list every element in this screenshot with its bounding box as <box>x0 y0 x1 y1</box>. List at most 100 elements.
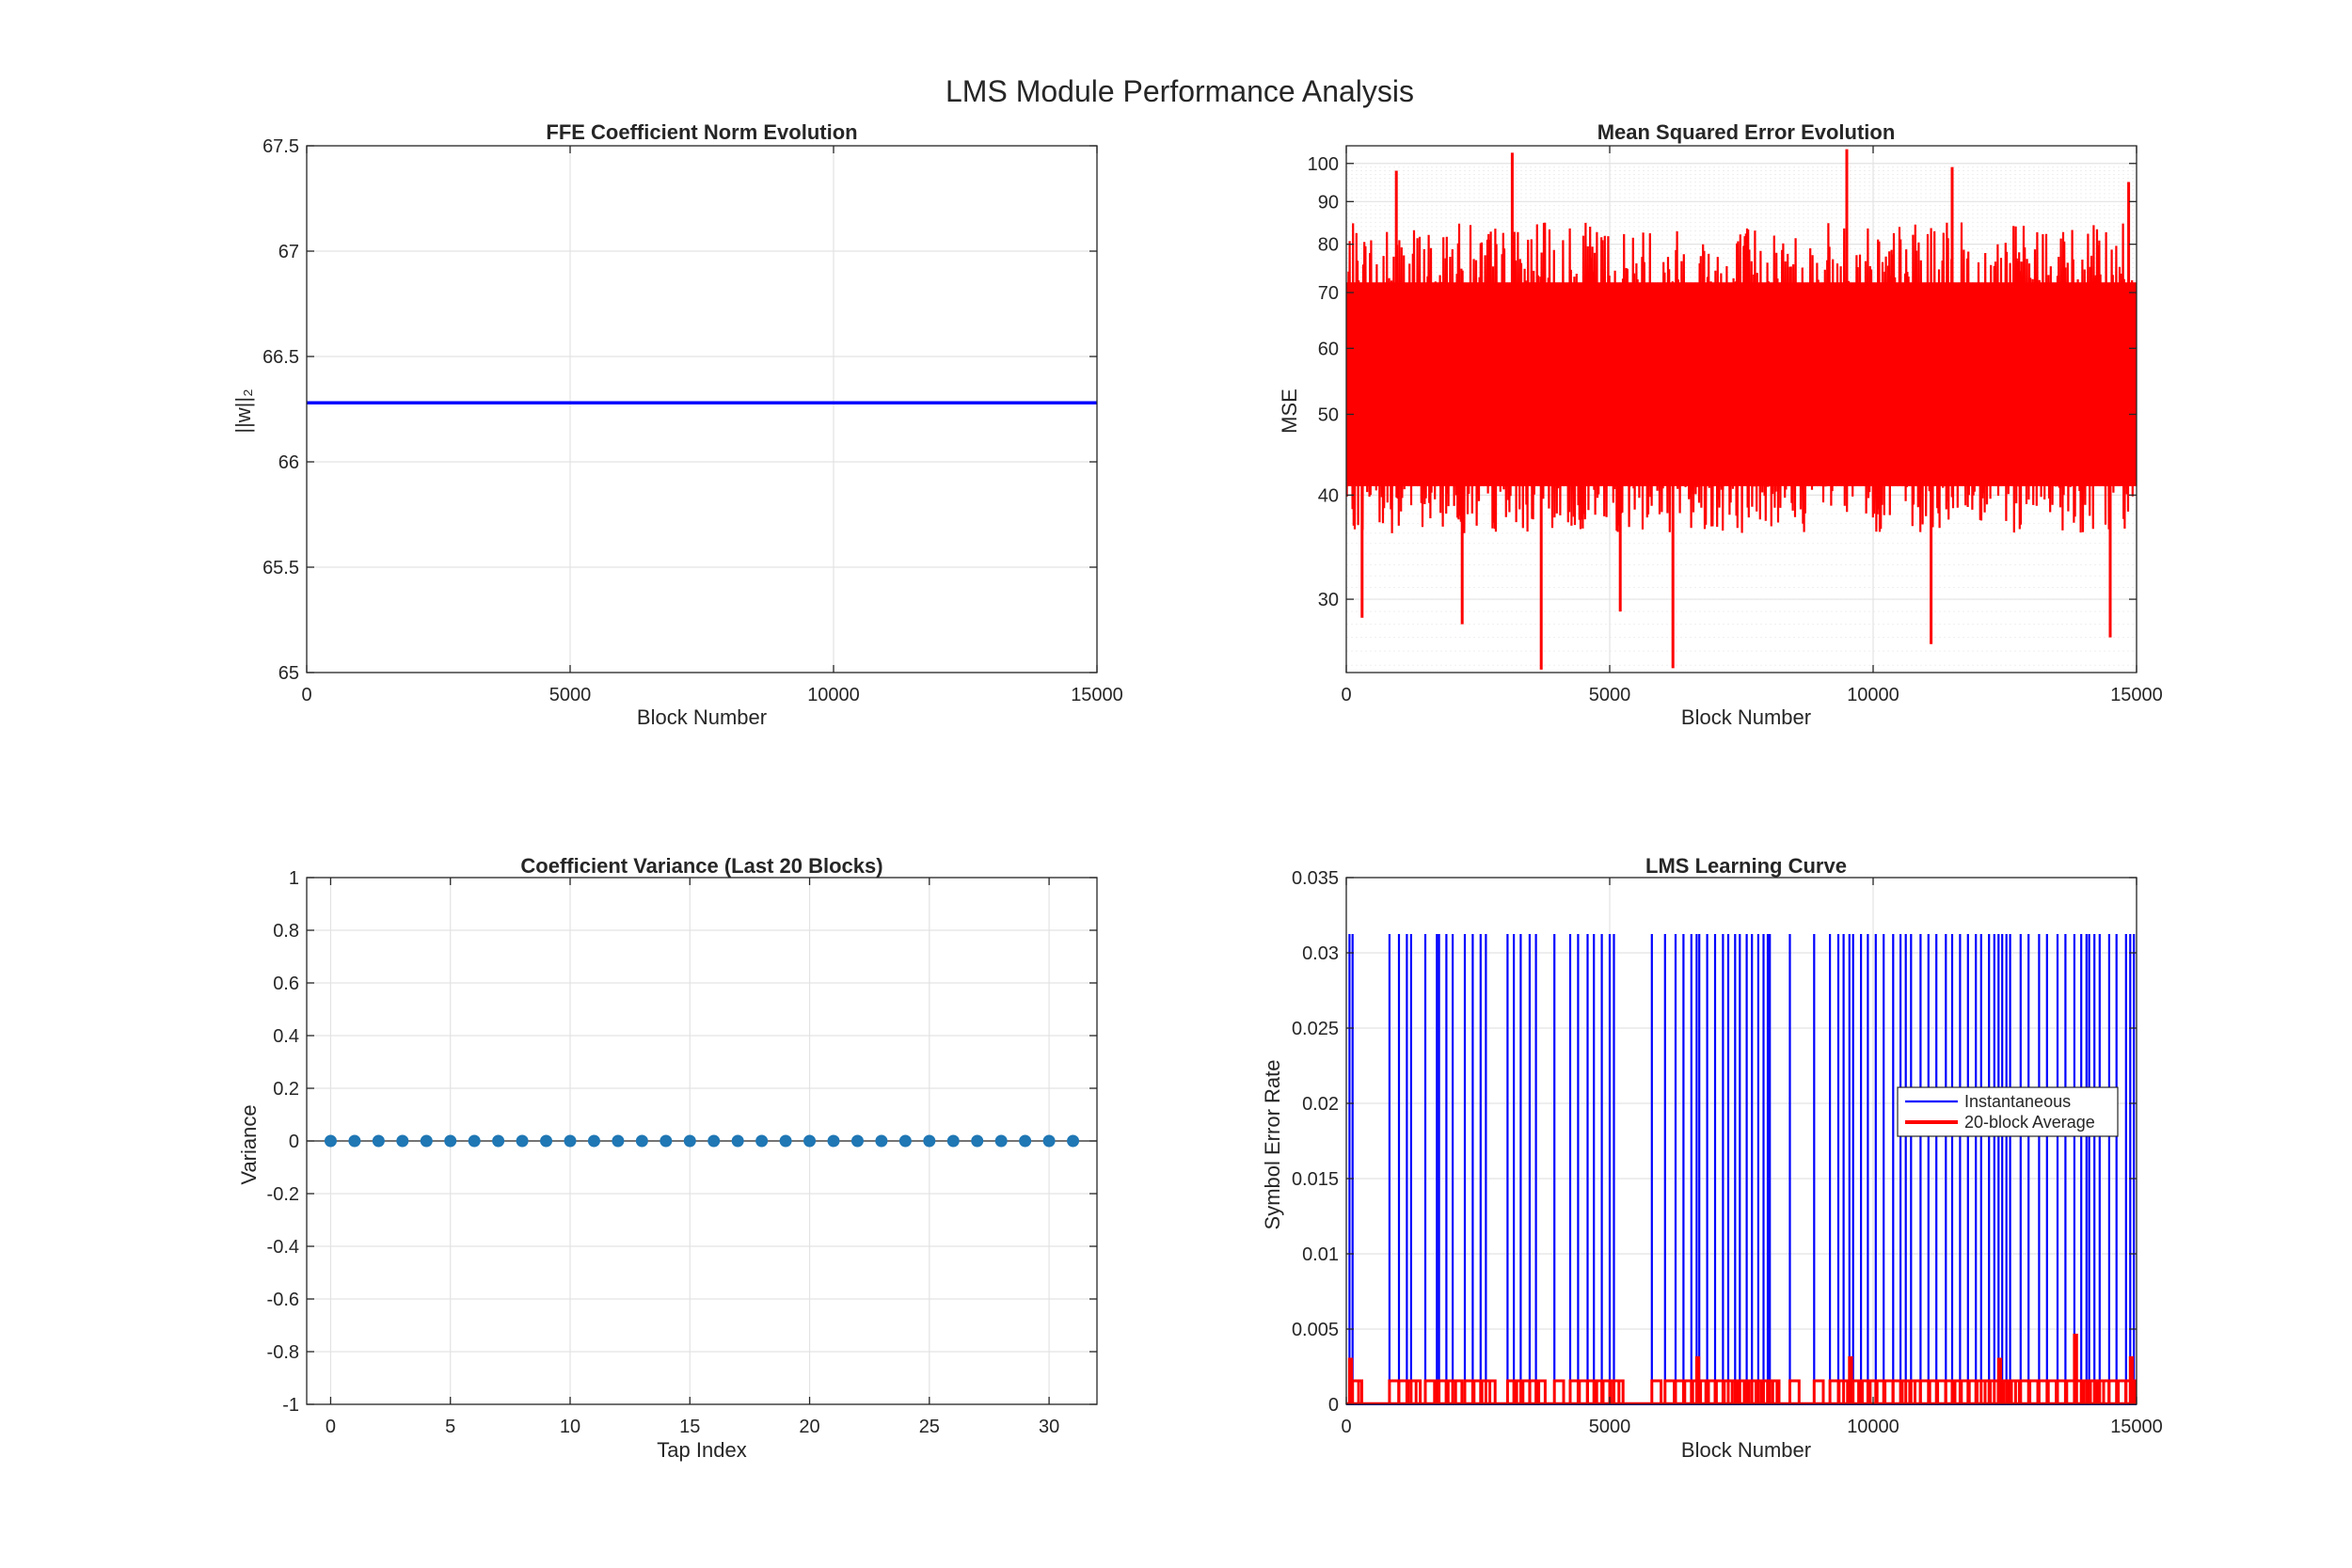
stem-marker <box>372 1134 385 1148</box>
y-tick-label: 0.035 <box>1292 868 1339 889</box>
y-tick-label: 40 <box>1318 485 1339 506</box>
x-tick-label: 0 <box>1341 685 1351 705</box>
x-tick-label: 0 <box>1341 1417 1351 1437</box>
stem-marker <box>683 1134 696 1148</box>
stem-marker <box>516 1134 529 1148</box>
y-tick-label: 60 <box>1318 339 1339 359</box>
y-tick-label: 30 <box>1318 590 1339 610</box>
y-tick-label: 0 <box>289 1132 299 1152</box>
panel-title: Mean Squared Error Evolution <box>1597 120 1896 144</box>
x-tick-label: 15 <box>679 1417 700 1437</box>
stem-marker <box>1019 1134 1032 1148</box>
panel-title: Coefficient Variance (Last 20 Blocks) <box>520 854 882 878</box>
x-axis-label: Block Number <box>1681 705 1811 729</box>
y-tick-label: 100 <box>1308 154 1339 175</box>
stem-marker <box>564 1134 577 1148</box>
stem-marker <box>587 1134 600 1148</box>
y-tick-label: -0.6 <box>267 1290 299 1310</box>
stem-marker <box>850 1134 864 1148</box>
stem-marker <box>468 1134 481 1148</box>
x-tick-label: 25 <box>919 1417 940 1437</box>
y-tick-label: 0.01 <box>1302 1244 1339 1265</box>
y-tick-label: 65 <box>278 663 299 684</box>
y-axis-label: MSE <box>1278 388 1301 434</box>
x-tick-label: 30 <box>1039 1417 1059 1437</box>
legend-entry-instantaneous: Instantaneous <box>1964 1092 2071 1111</box>
x-tick-label: 10000 <box>807 685 860 705</box>
stem-marker <box>827 1134 840 1148</box>
x-tick-label: 20 <box>799 1417 819 1437</box>
stem-marker <box>348 1134 361 1148</box>
stem-marker <box>923 1134 936 1148</box>
stem-marker <box>612 1134 625 1148</box>
y-tick-label: 0.6 <box>273 974 299 994</box>
y-tick-label: 66 <box>278 452 299 473</box>
legend-entry-20-block-average: 20-block Average <box>1964 1113 2095 1132</box>
panel-title: LMS Learning Curve <box>1645 854 1847 878</box>
x-tick-label: 10000 <box>1847 685 1899 705</box>
x-tick-label: 0 <box>326 1417 336 1437</box>
x-tick-label: 5000 <box>549 685 592 705</box>
stem-marker <box>1042 1134 1056 1148</box>
y-tick-label: 0.8 <box>273 921 299 942</box>
x-tick-label: 0 <box>301 685 311 705</box>
y-tick-label: 0.2 <box>273 1079 299 1100</box>
x-tick-label: 5 <box>445 1417 455 1437</box>
stem-marker <box>779 1134 792 1148</box>
y-tick-label: 0.02 <box>1302 1094 1339 1115</box>
y-tick-label: 0.03 <box>1302 943 1339 964</box>
stem-marker <box>1067 1134 1080 1148</box>
x-tick-label: 15000 <box>1071 685 1123 705</box>
legend: Instantaneous 20-block Average <box>1897 1086 2119 1137</box>
y-tick-label: 67 <box>278 242 299 262</box>
stem-marker <box>635 1134 648 1148</box>
y-tick-label: 50 <box>1318 405 1339 426</box>
stem-marker <box>660 1134 673 1148</box>
y-tick-label: 0.015 <box>1292 1169 1339 1190</box>
y-tick-label: 1 <box>289 868 299 889</box>
y-tick-label: 90 <box>1318 192 1339 213</box>
y-axis-label: Variance <box>237 1104 261 1184</box>
stem-marker <box>420 1134 433 1148</box>
figure-title: LMS Module Performance Analysis <box>946 74 1414 108</box>
x-axis-label: Block Number <box>1681 1438 1811 1462</box>
stem-marker <box>540 1134 553 1148</box>
y-tick-label: 67.5 <box>262 136 299 157</box>
stem-marker <box>396 1134 409 1148</box>
stem-marker <box>898 1134 912 1148</box>
figure: LMS Module Performance Analysis FFE Coef… <box>0 0 2352 1568</box>
y-tick-label: 0 <box>1328 1395 1339 1416</box>
x-tick-label: 5000 <box>1589 1417 1631 1437</box>
stem-marker <box>444 1134 457 1148</box>
y-tick-label: 0.025 <box>1292 1019 1339 1039</box>
x-axis-label: Tap Index <box>657 1438 746 1462</box>
panel-title: FFE Coefficient Norm Evolution <box>546 120 857 144</box>
stem-marker <box>994 1134 1008 1148</box>
stem-marker <box>492 1134 505 1148</box>
y-tick-label: 65.5 <box>262 558 299 578</box>
y-tick-label: -0.2 <box>267 1184 299 1205</box>
stem-marker <box>731 1134 744 1148</box>
y-tick-label: 80 <box>1318 235 1339 256</box>
stem-marker <box>755 1134 769 1148</box>
x-axis-label: Block Number <box>637 705 767 729</box>
y-tick-label: 0.4 <box>273 1026 299 1047</box>
y-tick-label: -0.8 <box>267 1342 299 1363</box>
y-tick-label: 66.5 <box>262 347 299 368</box>
x-tick-label: 15000 <box>2110 1417 2163 1437</box>
x-tick-label: 5000 <box>1589 685 1631 705</box>
x-tick-label: 10000 <box>1847 1417 1899 1437</box>
y-tick-label: -0.4 <box>267 1237 299 1258</box>
stem-marker <box>324 1134 337 1148</box>
stem-marker <box>707 1134 721 1148</box>
stem-marker <box>971 1134 984 1148</box>
y-tick-label: 0.005 <box>1292 1320 1339 1340</box>
y-tick-label: -1 <box>282 1395 299 1416</box>
x-tick-label: 15000 <box>2110 685 2163 705</box>
stem-marker <box>875 1134 888 1148</box>
stem-marker <box>803 1134 817 1148</box>
x-tick-label: 10 <box>560 1417 580 1437</box>
y-axis-label: Symbol Error Rate <box>1261 1060 1284 1230</box>
y-axis-label: ||w||₂ <box>231 388 255 433</box>
y-tick-label: 70 <box>1318 283 1339 304</box>
